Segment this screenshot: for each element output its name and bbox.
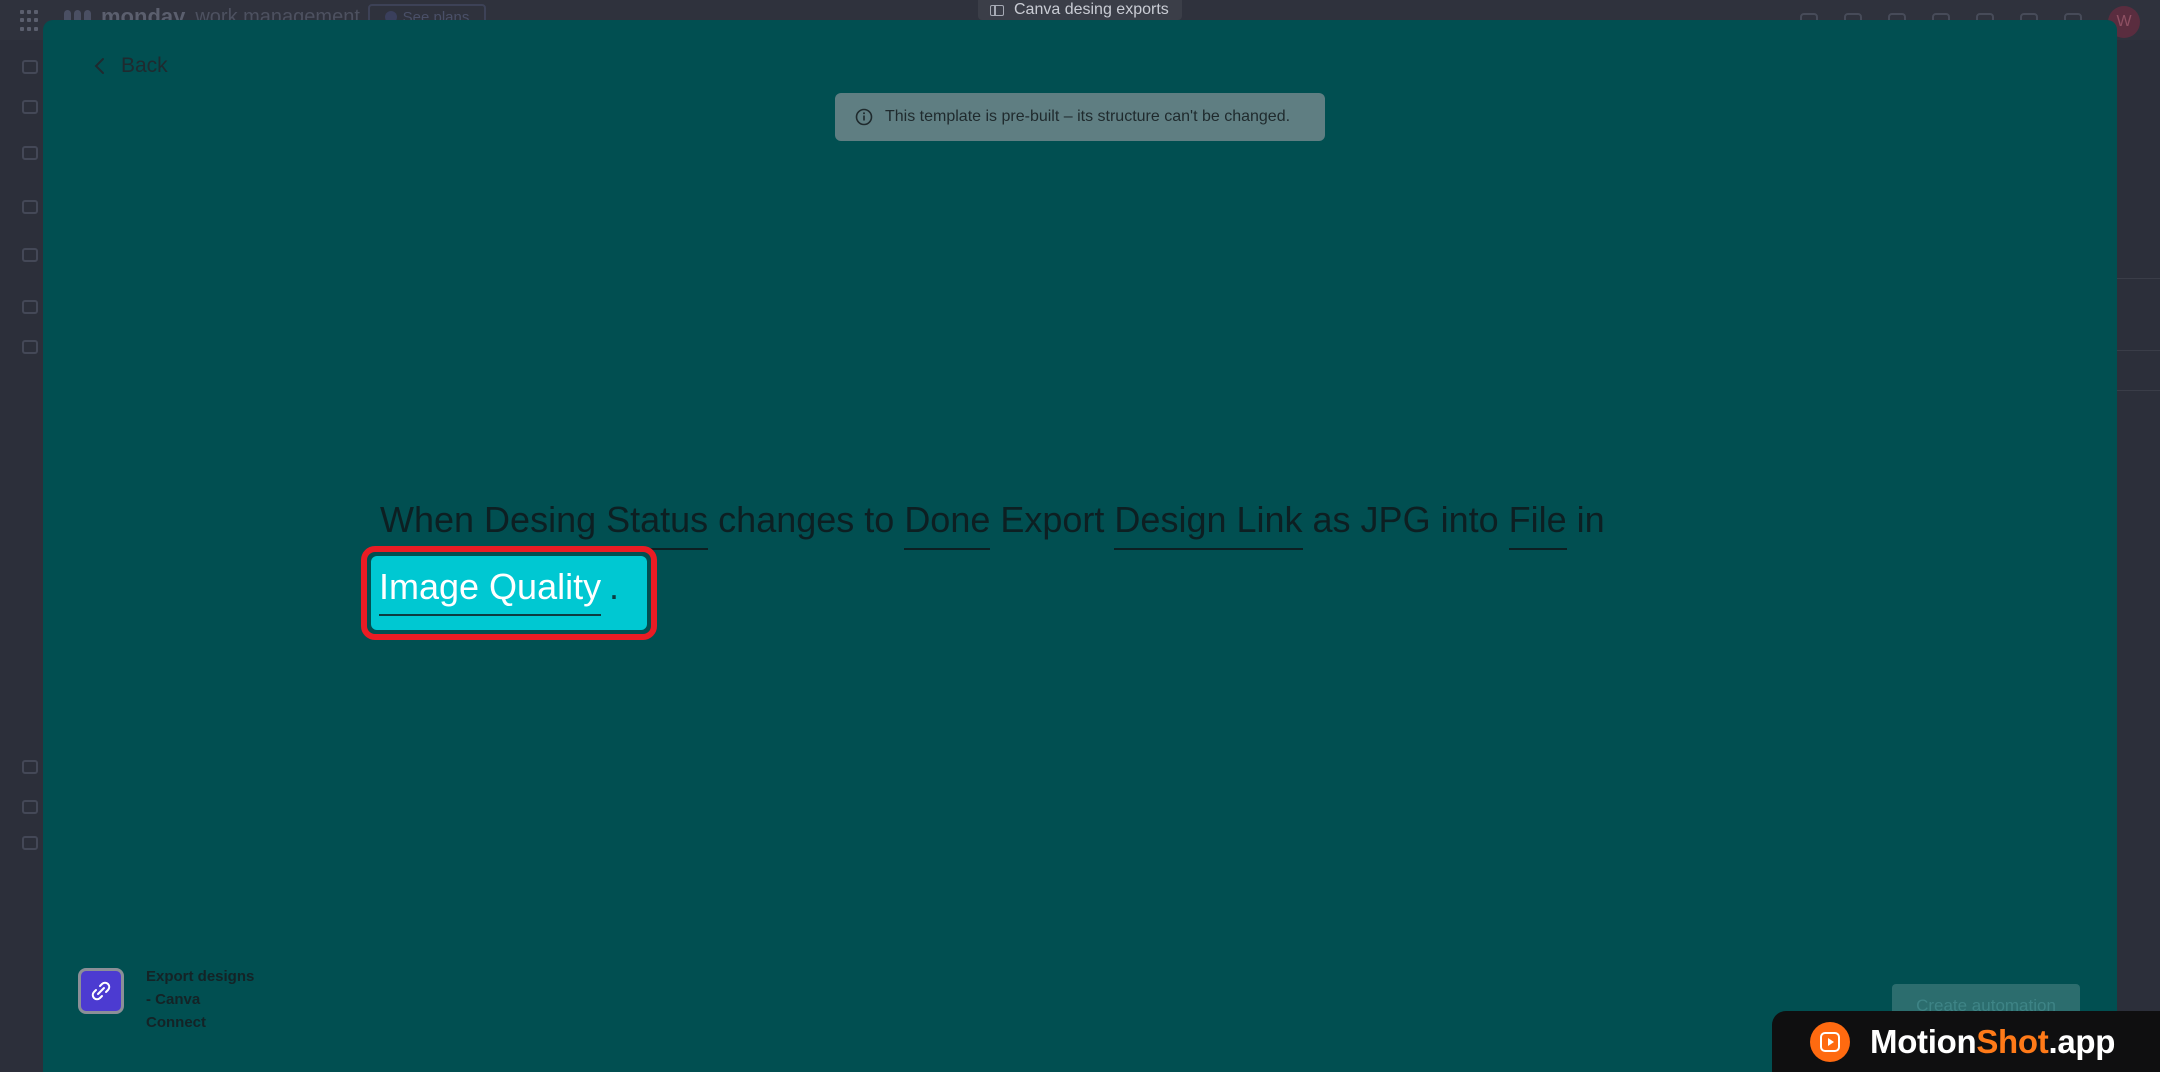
canva-connect-logo <box>78 968 124 1014</box>
app-info: Export designs - Canva Connect <box>78 965 266 1034</box>
home-icon <box>22 60 38 74</box>
chevron-left-icon <box>94 58 104 74</box>
motionshot-watermark: MotionShot.app <box>1772 1011 2160 1072</box>
app-name: Export designs - Canva Connect <box>146 965 266 1034</box>
link-icon <box>91 981 111 1001</box>
recipe-text: changes to <box>718 499 895 540</box>
apps-grid-icon <box>20 10 42 32</box>
recipe-text: When <box>380 499 475 540</box>
highlighted-field-background: Image Quality . <box>371 556 647 630</box>
recipe-field-status-value[interactable]: Done <box>904 484 991 556</box>
automation-template-modal: Back This template is pre-built – its st… <box>43 20 2117 1072</box>
board-item-icon <box>22 836 38 850</box>
board-item-icon <box>22 760 38 774</box>
board-title-tab: Canva desing exports <box>978 0 1182 20</box>
divider <box>2116 390 2160 391</box>
workspace-icon <box>22 200 38 214</box>
app-name-line: Export designs <box>146 968 255 985</box>
brand-part: Motion <box>1870 1022 1977 1060</box>
app-name-line: - Canva <box>146 991 201 1008</box>
recipe-end-period: . <box>609 566 620 607</box>
recipe-field-image-quality[interactable]: Image Quality <box>379 566 602 616</box>
banner-text: This template is pre-built – its structu… <box>885 108 1291 125</box>
recipe-text: in <box>1576 499 1605 540</box>
sidebar-search-icon <box>22 248 38 262</box>
info-banner: This template is pre-built – its structu… <box>835 93 1325 141</box>
board-icon <box>990 4 1004 16</box>
favorites-icon <box>22 146 38 160</box>
brand-part-accent: Shot <box>1976 1022 2049 1060</box>
motionshot-wordmark: MotionShot.app <box>1870 1023 2115 1061</box>
recipe-text: as JPG into <box>1312 499 1499 540</box>
divider <box>2116 350 2160 351</box>
play-icon <box>1820 1031 1840 1052</box>
info-icon <box>855 108 873 126</box>
recipe-field-design-link[interactable]: Design Link <box>1114 484 1303 556</box>
motionshot-logo-icon <box>1810 1021 1850 1062</box>
board-title: Canva desing exports <box>1014 1 1169 18</box>
back-label: Back <box>121 54 168 77</box>
recipe-field-file-column[interactable]: File <box>1508 484 1567 556</box>
board-item-icon <box>22 800 38 814</box>
highlight-frame: Image Quality . <box>361 546 657 640</box>
brand-part: .app <box>2048 1022 2116 1060</box>
board-item-icon <box>22 340 38 354</box>
back-button[interactable]: Back <box>91 54 168 78</box>
divider <box>2116 278 2160 279</box>
app-name-line: Connect <box>146 1014 206 1031</box>
my-work-icon <box>22 100 38 114</box>
recipe-text: Export <box>1000 499 1105 540</box>
filter-icon <box>22 300 38 314</box>
